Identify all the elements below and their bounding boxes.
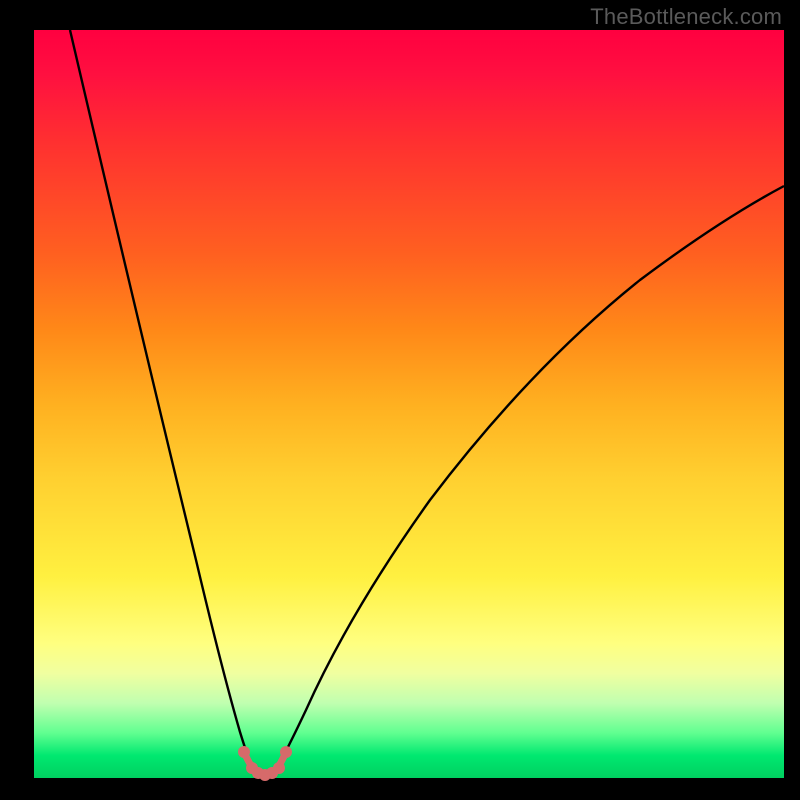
trough-marker: [273, 762, 285, 774]
chart-frame: TheBottleneck.com: [0, 0, 800, 800]
curve-left: [70, 30, 252, 766]
curve-layer: [0, 0, 800, 800]
trough-marker: [280, 746, 292, 758]
bottleneck-curve: [70, 30, 784, 773]
curve-right: [278, 186, 784, 766]
trough-marker: [238, 746, 250, 758]
